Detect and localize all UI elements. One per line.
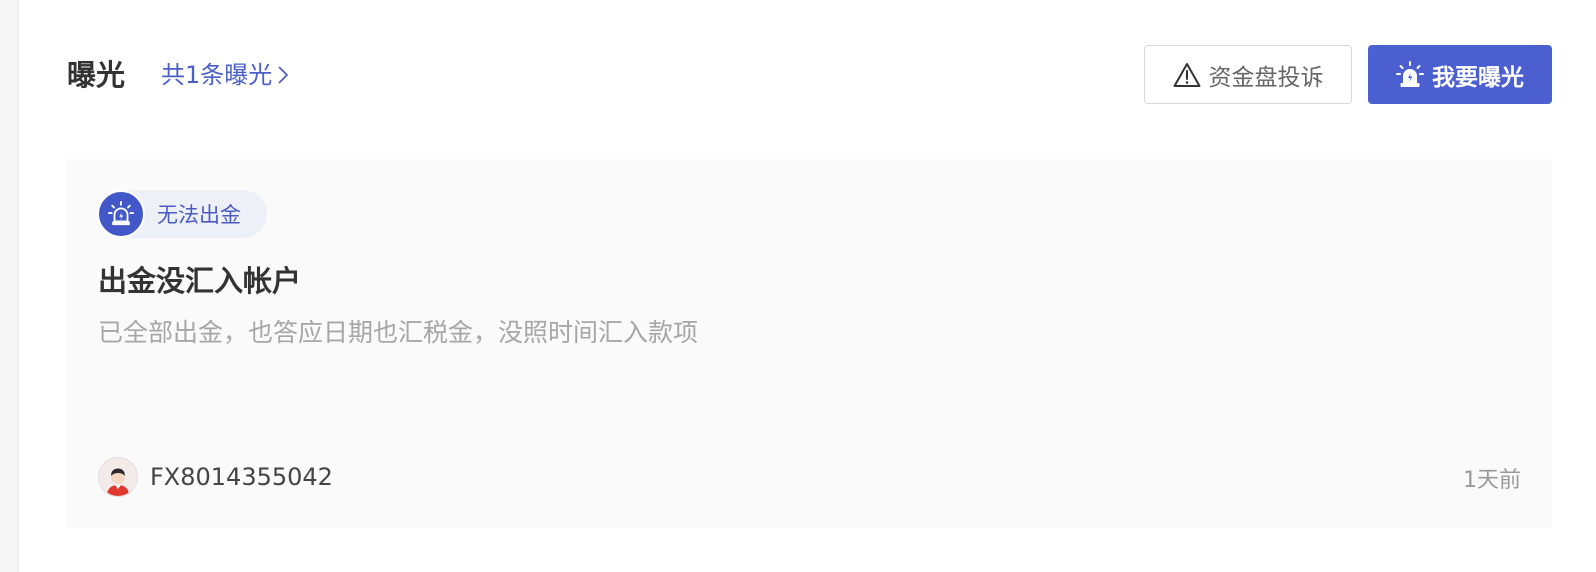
fund-scam-complaint-button[interactable]: 资金盘投诉 [1144, 45, 1352, 104]
expose-button[interactable]: 我要曝光 [1368, 45, 1552, 104]
total-exposures-label: 共1条曝光 [161, 61, 273, 89]
user-avatar-icon [98, 457, 138, 497]
author-name: FX8014355042 [150, 463, 333, 491]
left-rail [0, 0, 19, 572]
total-exposures-link[interactable]: 共1条曝光 [161, 59, 289, 91]
warning-triangle-icon [1173, 62, 1200, 87]
section-title: 曝光 [67, 58, 126, 92]
post-title[interactable]: 出金没汇入帐户 [98, 261, 301, 301]
category-tag-label: 无法出金 [157, 203, 241, 227]
category-tag: 无法出金 [97, 190, 267, 238]
post-time: 1天前 [1463, 468, 1521, 493]
exposure-header: 曝光 共1条曝光 资金盘投诉 我要曝光 [67, 45, 1552, 105]
fund-scam-complaint-label: 资金盘投诉 [1208, 64, 1324, 91]
chevron-right-icon [278, 66, 289, 84]
post-description: 已全部出金，也答应日期也汇税金，没照时间汇入款项 [98, 318, 699, 347]
tag-icon-badge [97, 190, 145, 238]
exposure-card[interactable]: 无法出金 出金没汇入帐户 已全部出金，也答应日期也汇税金，没照时间汇入款项 FX… [67, 159, 1552, 528]
post-author: FX8014355042 [98, 457, 333, 497]
alarm-siren-icon [1396, 60, 1424, 87]
alarm-siren-icon [108, 201, 134, 226]
user-avatar-figure [107, 468, 129, 496]
expose-label: 我要曝光 [1432, 64, 1524, 91]
page: 曝光 共1条曝光 资金盘投诉 我要曝光 无法出金 出金没汇入帐户 已全部出金，也… [0, 0, 1596, 572]
